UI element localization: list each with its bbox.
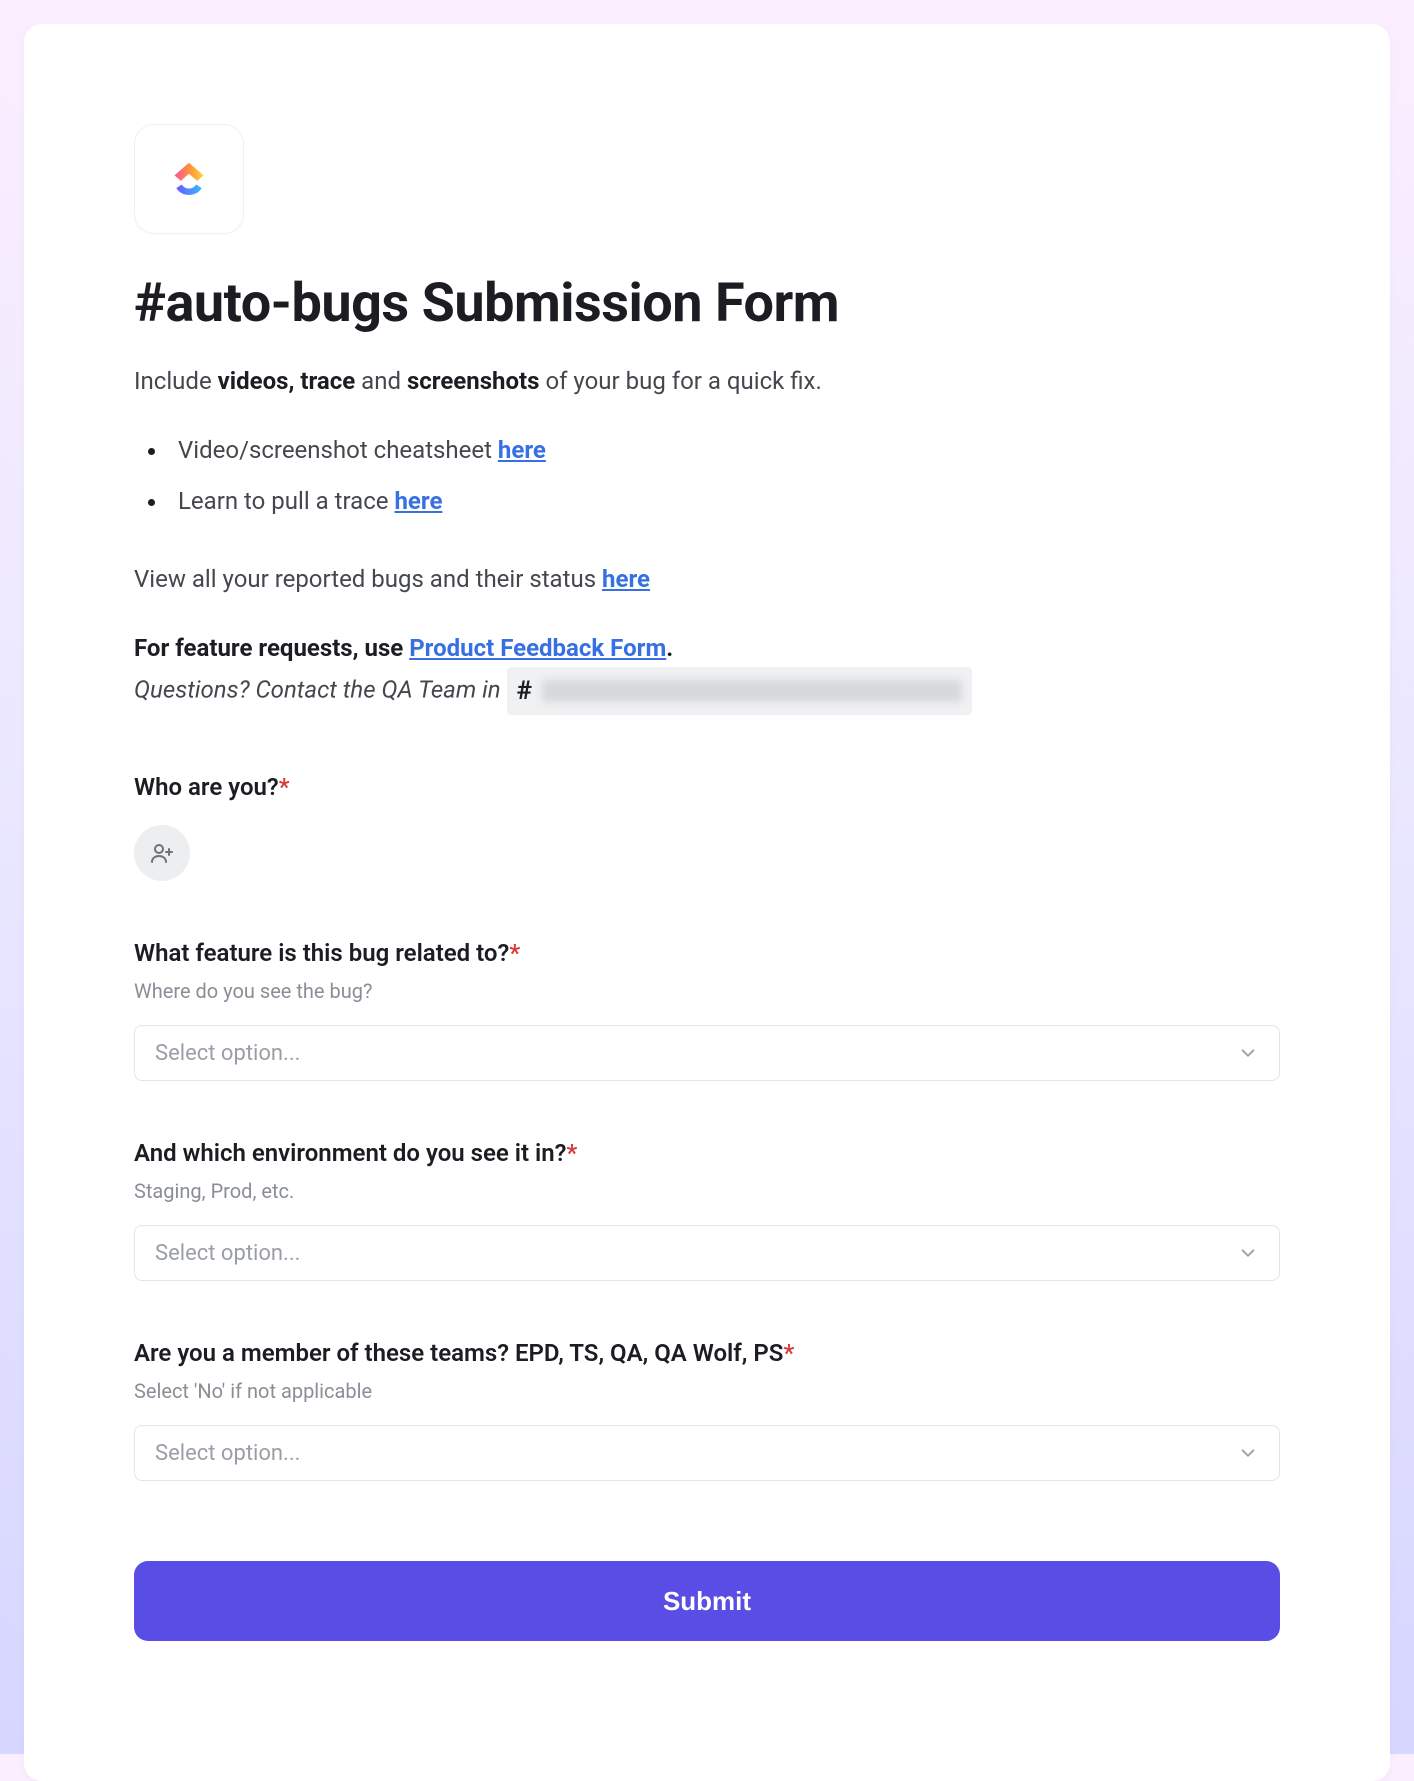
list-item: Video/screenshot cheatsheet here xyxy=(148,432,1280,469)
label-text: Who are you? xyxy=(134,773,279,801)
text: and xyxy=(355,367,407,395)
list-item: Learn to pull a trace here xyxy=(148,483,1280,520)
text: Include xyxy=(134,367,218,395)
field-label: Are you a member of these teams? EPD, TS… xyxy=(134,1339,1280,1367)
channel-chip[interactable]: # xyxy=(507,667,972,715)
field-feature: What feature is this bug related to?* Wh… xyxy=(134,939,1280,1081)
environment-select[interactable]: Select option... xyxy=(134,1225,1280,1281)
add-person-button[interactable] xyxy=(134,825,190,881)
chevron-down-icon xyxy=(1237,1242,1259,1264)
app-logo xyxy=(134,124,244,234)
required-mark: * xyxy=(783,1339,794,1367)
text-bold: . xyxy=(666,634,673,662)
team-select[interactable]: Select option... xyxy=(134,1425,1280,1481)
trace-link[interactable]: here xyxy=(394,487,442,515)
text: of your bug for a quick fix. xyxy=(539,367,821,395)
required-mark: * xyxy=(509,939,520,967)
view-bugs-line: View all your reported bugs and their st… xyxy=(134,561,1280,598)
select-placeholder: Select option... xyxy=(155,1441,300,1466)
text: Questions? Contact the QA Team in xyxy=(134,675,507,703)
feature-request-line: For feature requests, use Product Feedba… xyxy=(134,630,1280,667)
label-text: Are you a member of these teams? EPD, TS… xyxy=(134,1339,783,1367)
label-text: What feature is this bug related to? xyxy=(134,939,509,967)
form-card: #auto-bugs Submission Form Include video… xyxy=(24,24,1390,1781)
required-mark: * xyxy=(279,773,290,801)
page-title: #auto-bugs Submission Form xyxy=(134,272,1280,335)
select-placeholder: Select option... xyxy=(155,1241,300,1266)
text-bold: videos, trace xyxy=(218,367,356,395)
text: Video/screenshot cheatsheet xyxy=(178,436,498,464)
feature-select[interactable]: Select option... xyxy=(134,1025,1280,1081)
label-text: And which environment do you see it in? xyxy=(134,1139,567,1167)
text-bold: screenshots xyxy=(407,367,540,395)
field-help: Select 'No' if not applicable xyxy=(134,1379,1280,1403)
redacted-channel-name xyxy=(542,680,962,702)
text: View all your reported bugs and their st… xyxy=(134,565,602,593)
view-bugs-link[interactable]: here xyxy=(602,565,650,593)
field-label: What feature is this bug related to?* xyxy=(134,939,1280,967)
text: Learn to pull a trace xyxy=(178,487,394,515)
intro-list: Video/screenshot cheatsheet here Learn t… xyxy=(134,432,1280,520)
chevron-down-icon xyxy=(1237,1442,1259,1464)
text-bold: For feature requests, use xyxy=(134,634,409,662)
person-add-icon xyxy=(150,841,174,865)
contact-line: Questions? Contact the QA Team in # xyxy=(134,667,1280,715)
field-label: Who are you?* xyxy=(134,773,1280,801)
field-help: Where do you see the bug? xyxy=(134,979,1280,1003)
chevron-down-icon xyxy=(1237,1042,1259,1064)
product-feedback-link[interactable]: Product Feedback Form xyxy=(409,634,666,662)
field-team-member: Are you a member of these teams? EPD, TS… xyxy=(134,1339,1280,1481)
submit-button[interactable]: Submit xyxy=(134,1561,1280,1641)
intro-block: Include videos, trace and screenshots of… xyxy=(134,363,1280,715)
required-mark: * xyxy=(567,1139,578,1167)
intro-lead: Include videos, trace and screenshots of… xyxy=(134,363,1280,400)
select-placeholder: Select option... xyxy=(155,1041,300,1066)
cheatsheet-link[interactable]: here xyxy=(498,436,546,464)
field-help: Staging, Prod, etc. xyxy=(134,1179,1280,1203)
clickup-logo-icon xyxy=(160,150,218,208)
field-who: Who are you?* xyxy=(134,773,1280,881)
field-label: And which environment do you see it in?* xyxy=(134,1139,1280,1167)
hash-icon: # xyxy=(517,671,532,711)
field-environment: And which environment do you see it in?*… xyxy=(134,1139,1280,1281)
